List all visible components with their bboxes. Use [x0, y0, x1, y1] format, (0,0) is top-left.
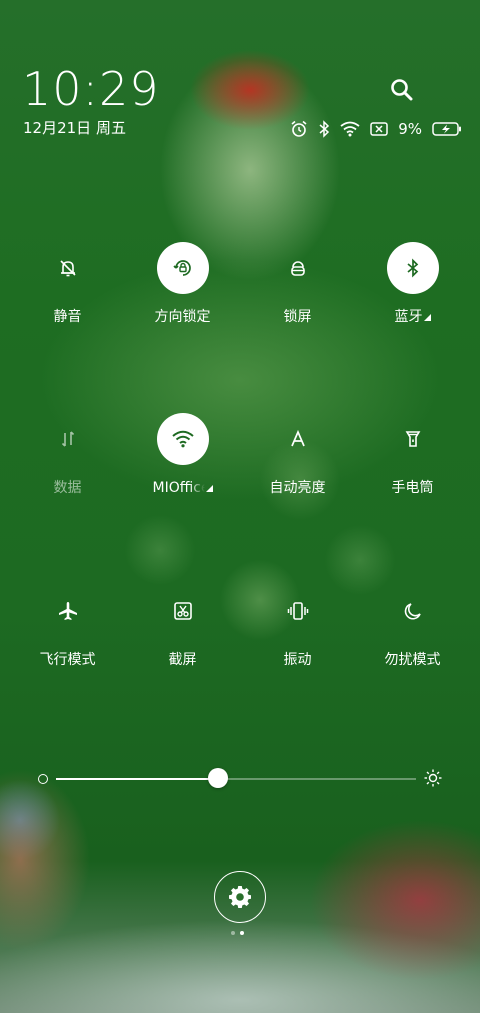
- tile-mobile-data[interactable]: 数据: [10, 413, 125, 523]
- tile-circle: [156, 242, 209, 294]
- rotation-lock-icon: [172, 260, 191, 276]
- page-dot-active: [240, 931, 244, 935]
- tile-label: MIOffice: [153, 479, 213, 497]
- wifi-icon: [171, 430, 194, 448]
- tile-label: 蓝牙: [395, 308, 431, 326]
- tile-circle: [387, 585, 439, 637]
- tile-airplane-mode[interactable]: 飞行模式: [10, 585, 125, 695]
- search-button[interactable]: [388, 76, 416, 104]
- tile-vibrate[interactable]: 振动: [240, 585, 355, 695]
- tile-label: 自动亮度: [269, 480, 326, 496]
- tile-label-text: 蓝牙: [394, 309, 423, 325]
- clock[interactable]: 10:29: [22, 62, 160, 116]
- alarm-icon: [291, 120, 307, 137]
- brightness-min-icon: [38, 774, 48, 784]
- tile-circle: [272, 585, 324, 637]
- settings-button[interactable]: [214, 871, 266, 923]
- tile-mute[interactable]: 静音: [10, 242, 125, 352]
- tile-screenshot[interactable]: 截屏: [125, 585, 240, 695]
- lock-icon: [290, 261, 305, 276]
- tile-label: 飞行模式: [39, 652, 96, 668]
- tile-label: 锁屏: [283, 309, 312, 325]
- tile-label: 勿扰模式: [384, 652, 441, 668]
- tile-label: 静音: [53, 309, 82, 325]
- screenshot-icon: [173, 602, 192, 620]
- no-sim-icon: [370, 122, 388, 136]
- tile-circle: [272, 242, 324, 294]
- moon-icon: [404, 603, 421, 620]
- tile-circle: [387, 413, 439, 465]
- mobile-data-icon: [61, 431, 74, 447]
- page-indicator: [231, 931, 244, 935]
- wifi-icon: [340, 121, 360, 137]
- brightness-fill: [56, 778, 218, 780]
- bell-off-icon: [59, 260, 76, 277]
- tile-label: 方向锁定: [154, 309, 211, 325]
- tile-circle: [386, 242, 439, 294]
- tile-lock-screen[interactable]: 锁屏: [240, 242, 355, 352]
- tile-label-text: MIOffice: [152, 480, 205, 496]
- tile-circle: [272, 413, 324, 465]
- tile-circle: [42, 585, 94, 637]
- auto-brightness-icon: [290, 429, 305, 447]
- tile-circle: [156, 413, 209, 465]
- battery-charging-icon: [432, 122, 461, 136]
- airplane-icon: [58, 602, 77, 620]
- tile-label: 手电筒: [391, 480, 434, 496]
- tile-circle: [157, 585, 209, 637]
- status-bar: 9%: [290, 119, 462, 139]
- gear-icon: [229, 886, 251, 908]
- tile-auto-brightness[interactable]: 自动亮度: [240, 413, 355, 523]
- tile-flashlight[interactable]: 手电筒: [355, 413, 470, 523]
- battery-percent: 9%: [398, 120, 422, 138]
- bluetooth-icon: [406, 258, 418, 278]
- flashlight-icon: [405, 431, 420, 447]
- tile-circle: [42, 242, 94, 294]
- tile-bluetooth[interactable]: 蓝牙: [355, 242, 470, 352]
- expand-caret-icon: [423, 314, 431, 321]
- brightness-slider[interactable]: [56, 778, 416, 780]
- date[interactable]: 12月21日 周五: [23, 118, 126, 138]
- page-dot: [231, 931, 235, 935]
- brightness-thumb[interactable]: [208, 768, 228, 788]
- vibrate-icon: [287, 602, 308, 620]
- tile-rotation-lock[interactable]: 方向锁定: [125, 242, 240, 352]
- tile-wifi[interactable]: MIOffice: [125, 413, 240, 523]
- brightness-max-icon: [424, 769, 442, 787]
- bluetooth-icon: [319, 120, 330, 138]
- tile-label: 截屏: [168, 652, 197, 668]
- tile-do-not-disturb[interactable]: 勿扰模式: [355, 585, 470, 695]
- tile-label: 振动: [283, 652, 312, 668]
- tile-label: 数据: [53, 480, 82, 496]
- tile-circle: [42, 413, 94, 465]
- expand-caret-icon: [205, 485, 213, 492]
- search-icon: [391, 79, 413, 101]
